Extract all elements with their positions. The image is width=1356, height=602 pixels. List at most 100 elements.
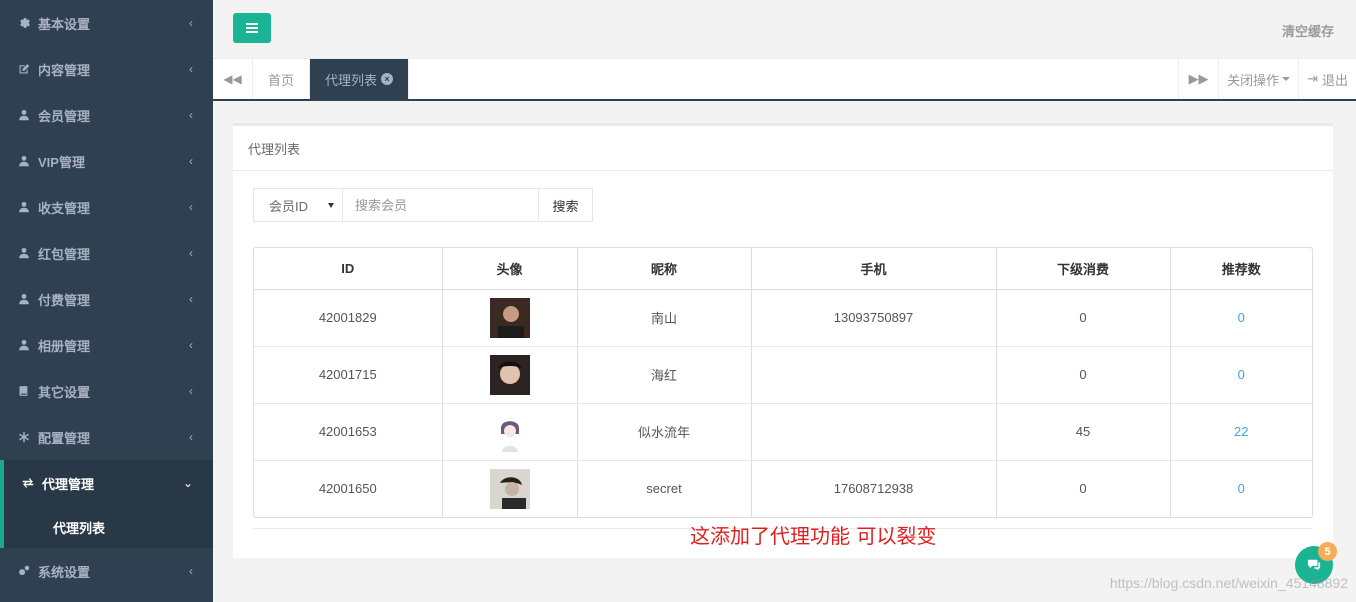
column-header-consumption: 下级消费 [996,248,1171,290]
user-icon [18,201,30,213]
clear-cache-link[interactable]: 清空缓存 [1282,21,1334,40]
cell-avatar [442,460,578,517]
search-bar: 会员ID 搜索 [253,188,593,222]
book-icon [18,385,30,397]
search-input[interactable] [343,188,539,222]
close-operations-label: 关闭操作 [1227,72,1280,88]
cell-id: 42001653 [254,403,443,461]
tab-label: 代理列表 [325,72,378,88]
search-field-select[interactable]: 会员ID [253,188,343,222]
menu-toggle-button[interactable] [233,13,271,43]
cell-referrals[interactable]: 0 [1170,289,1312,347]
column-header-avatar: 头像 [442,248,578,290]
sidebar-item-members[interactable]: 会员管理 ‹ [0,92,213,138]
avatar [489,354,530,395]
chat-badge: 5 [1318,542,1337,561]
cell-consumption: 0 [996,460,1171,517]
cell-id: 42001650 [254,460,443,517]
sidebar-item-content[interactable]: 内容管理 ‹ [0,46,213,92]
cell-avatar [442,403,578,461]
chevron-left-icon: ‹ [189,154,193,168]
cell-phone [751,403,997,461]
sidebar-item-agent[interactable]: 代理管理 ⌄ [0,460,213,506]
exchange-icon [22,477,34,489]
annotation-text: 这添加了代理功能 可以裂变 [690,524,937,548]
sidebar-item-paid[interactable]: 付费管理 ‹ [0,276,213,322]
chevron-down-icon: ⌄ [182,476,193,490]
sidebar-item-label: 代理管理 [42,476,95,492]
cell-referrals[interactable]: 0 [1170,346,1312,404]
cell-nickname: 似水流年 [577,403,752,461]
tab-agent-list[interactable]: 代理列表 × [310,59,410,99]
edit-icon [18,63,30,75]
cell-referrals[interactable]: 22 [1170,403,1312,461]
table-row: 42001715 海红 0 0 [254,346,1312,404]
chevron-left-icon: ‹ [189,430,193,444]
sidebar-item-basic-settings[interactable]: 基本设置 ‹ [0,0,213,46]
cell-nickname: 海红 [577,346,752,404]
user-icon [18,293,30,305]
logout-button[interactable]: ⇥ 退出 [1298,59,1356,99]
sidebar-subitem-agent-list[interactable]: 代理列表 [0,506,213,548]
cell-avatar [442,289,578,347]
chevron-left-icon: ‹ [189,292,193,306]
avatar [489,297,530,338]
cell-consumption: 45 [996,403,1171,461]
sidebar-item-system-settings[interactable]: 系统设置 ‹ [0,548,213,594]
sidebar-item-label: 会员管理 [38,108,91,124]
chevron-left-icon: ‹ [189,564,193,578]
sidebar-item-other-settings[interactable]: 其它设置 ‹ [0,368,213,414]
cell-phone: 13093750897 [751,289,997,347]
sidebar-item-red-packet[interactable]: 红包管理 ‹ [0,230,213,276]
chevron-left-icon: ‹ [189,108,193,122]
tab-scroll-left-button[interactable]: ◀◀ [213,59,253,99]
user-icon [18,155,30,167]
sidebar-item-income-expense[interactable]: 收支管理 ‹ [0,184,213,230]
top-navbar: 清空缓存 [213,0,1356,59]
tab-home[interactable]: 首页 [253,59,311,99]
cell-phone [751,346,997,404]
sidebar-item-label: 配置管理 [38,430,91,446]
sidebar-item-label: 付费管理 [38,292,91,308]
search-button[interactable]: 搜索 [539,188,593,222]
chevron-left-icon: ‹ [189,246,193,260]
close-icon[interactable]: × [381,73,394,85]
avatar [489,468,530,509]
sidebar-item-label: 红包管理 [38,246,91,262]
column-header-id: ID [254,248,443,290]
cell-consumption: 0 [996,289,1171,347]
sidebar-item-label: 其它设置 [38,384,91,400]
tab-scroll-right-button[interactable]: ▶▶ [1178,59,1218,99]
panel-title: 代理列表 [233,126,1333,171]
avatar [489,411,530,452]
cell-referrals[interactable]: 0 [1170,460,1312,517]
column-header-phone: 手机 [751,248,997,290]
sidebar-item-vip[interactable]: VIP管理 ‹ [0,138,213,184]
logout-label: 退出 [1321,72,1348,88]
table-row: 42001653 似水流年 45 22 [254,403,1312,461]
sidebar-item-album[interactable]: 相册管理 ‹ [0,322,213,368]
sidebar-item-config[interactable]: 配置管理 ‹ [0,414,213,460]
hamburger-icon [246,23,258,25]
sign-out-icon: ⇥ [1307,71,1318,86]
cell-id: 42001715 [254,346,443,404]
sidebar-item-label: 系统设置 [38,564,91,580]
select-value: 会员ID [269,198,309,214]
chevron-left-icon: ‹ [189,16,193,30]
user-icon [18,247,30,259]
sidebar-item-label: 相册管理 [38,338,91,354]
caret-down-icon [328,203,334,208]
table-header-row: ID 头像 昵称 手机 下级消费 推荐数 [254,248,1312,290]
sidebar-item-label: 基本设置 [38,16,91,32]
watermark: https://blog.csdn.net/weixin_45148892 [1109,575,1348,591]
cell-consumption: 0 [996,346,1171,404]
table-row: 42001829 南山 13093750897 0 0 [254,289,1312,347]
user-icon [18,339,30,351]
sidebar-item-label: VIP管理 [38,154,85,170]
close-operations-dropdown[interactable]: 关闭操作 [1218,59,1298,99]
asterisk-icon [18,431,30,443]
agent-list-panel: 代理列表 会员ID 搜索 ID 头像 昵称 手机 下级消费 推荐数 [233,123,1333,558]
cell-id: 42001829 [254,289,443,347]
comments-icon [1307,559,1321,571]
sidebar: 基本设置 ‹ 内容管理 ‹ 会员管理 ‹ VIP管理 ‹ 收支管理 ‹ 红包管理… [0,0,213,602]
